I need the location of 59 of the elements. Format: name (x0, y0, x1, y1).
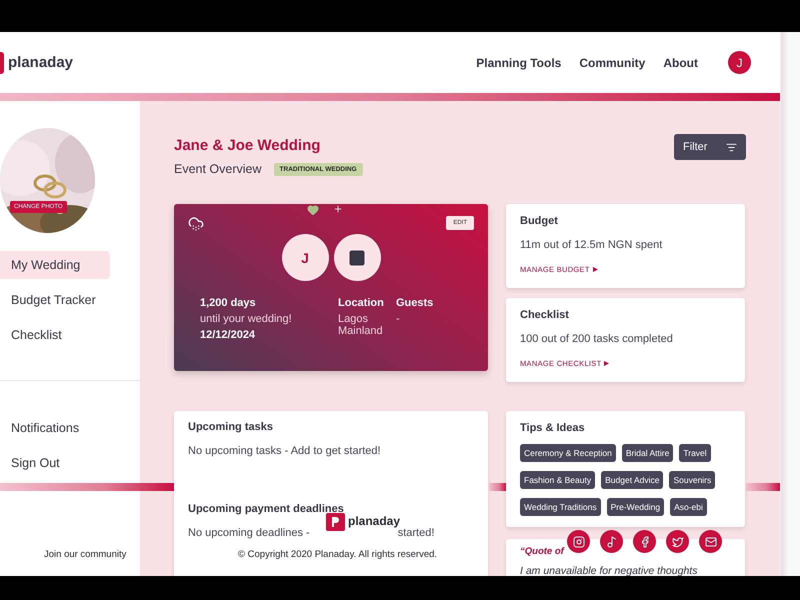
square-icon (348, 248, 366, 266)
countdown: 1,200 days (200, 297, 257, 309)
sidebar-item[interactable]: Checklist (0, 321, 110, 349)
location-label: Location (338, 297, 385, 309)
tip-chip[interactable]: Pre-Wedding (606, 498, 664, 516)
event-subtitle: Event Overview (174, 162, 262, 176)
tip-chip[interactable]: Aso-ebi (670, 498, 707, 516)
card-text: 11m out of 12.5m NGN spent (520, 239, 664, 251)
quote-text: I am unavailable for negative thoughts (520, 565, 698, 576)
footer-text: Join our community (44, 549, 126, 560)
card-title: Budget (520, 215, 559, 227)
tip-chip[interactable]: Bridal Attire (622, 444, 674, 462)
card-title: Upcoming payment deadlines (188, 503, 345, 515)
accent-bar (746, 483, 780, 491)
logo-icon (326, 511, 345, 531)
tip-chip[interactable]: Travel (679, 444, 711, 462)
footer-logo: planaday (348, 514, 400, 528)
guests-value: - (396, 313, 401, 325)
filter-button[interactable]: Filter (674, 134, 746, 160)
card-text: 100 out of 200 tasks completed (520, 333, 674, 345)
tip-chip[interactable]: Wedding Traditions (520, 498, 601, 516)
triangle-icon (592, 267, 598, 272)
instagram-icon (572, 536, 584, 548)
sidebar-item[interactable]: Notifications (0, 414, 110, 442)
logo[interactable]: planaday (8, 54, 74, 71)
copyright-text: © Copyright 2020 Planaday. All rights reserved. (238, 549, 438, 560)
partner-avatar: J (282, 234, 328, 281)
twitter-icon (672, 536, 684, 548)
sidebar-item[interactable]: Budget Tracker (0, 286, 110, 314)
guests-label: Guests (396, 297, 434, 309)
tip-chip[interactable]: Fashion & Beauty (520, 471, 596, 489)
accent-bar (489, 483, 506, 491)
heart-icon (307, 204, 320, 216)
triangle-icon (604, 361, 610, 366)
countdown-note: until your wedding! (200, 313, 293, 325)
location-value: Lagos Mainland (338, 313, 384, 337)
plus-icon (333, 204, 344, 214)
nav-link[interactable]: Planning Tools (476, 56, 562, 70)
cloud-snow-icon (188, 216, 204, 232)
logo-icon (0, 52, 4, 74)
filter-icon (726, 142, 737, 152)
nav-link[interactable]: About (663, 56, 698, 70)
nav-link[interactable]: Community (579, 56, 646, 70)
card-text: started! (398, 527, 434, 539)
event-title: Jane & Joe Wedding (174, 137, 322, 154)
sidebar-item[interactable]: Sign Out (0, 449, 110, 477)
sidebar-item[interactable]: My Wedding (0, 251, 110, 279)
card-text: No upcoming deadlines - (188, 527, 310, 539)
card-title: Tips & Ideas (520, 422, 586, 434)
mail-icon (704, 536, 716, 548)
card-title: Checklist (520, 309, 570, 321)
tip-chip[interactable]: Souvenirs (669, 471, 716, 489)
user-avatar[interactable]: J (728, 51, 751, 74)
quote-title: “Quote of (520, 546, 564, 557)
card-text: No upcoming tasks - Add to get started! (188, 445, 381, 457)
wedding-date: 12/12/2024 (200, 329, 256, 341)
card-title: Upcoming tasks (188, 421, 274, 433)
tip-chip[interactable]: Budget Advice (601, 471, 664, 489)
tip-chip[interactable]: Ceremony & Reception (520, 444, 616, 462)
